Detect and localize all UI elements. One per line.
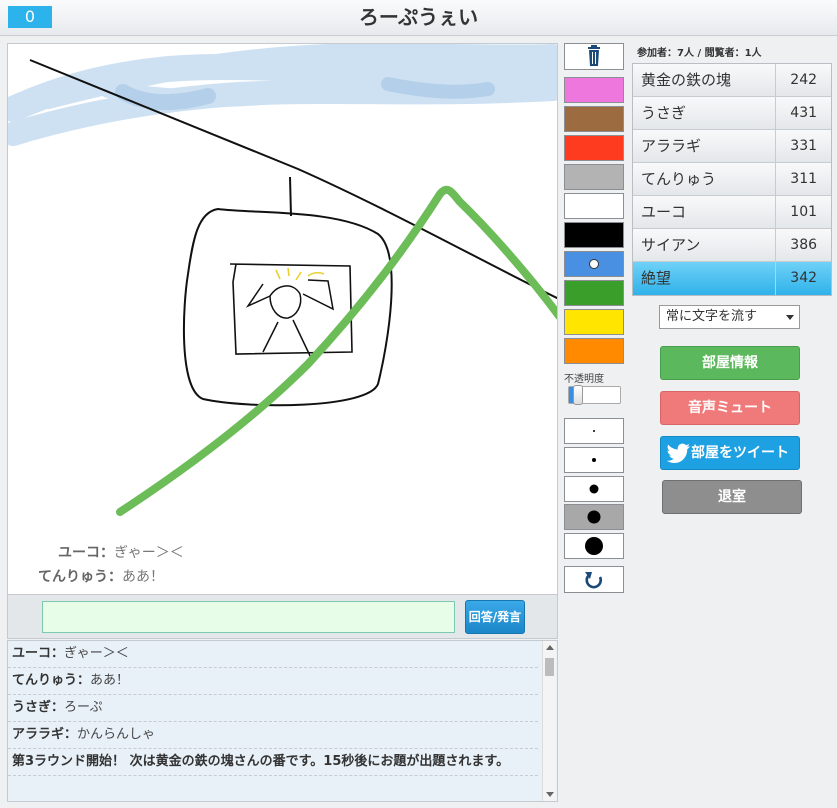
pen-size-dot-icon bbox=[587, 510, 601, 524]
header-bar: 0 ろーぷうぇい bbox=[0, 0, 837, 36]
player-score: 331 bbox=[790, 138, 818, 154]
selected-color-icon bbox=[589, 259, 599, 269]
log-author: ユーコ： bbox=[12, 646, 65, 661]
player-score: 311 bbox=[790, 171, 818, 187]
player-name: 黄金の鉄の塊 bbox=[633, 64, 777, 96]
drawing-canvas[interactable]: ユーコ：ぎゃー＞＜ てんりゅう：ああ！ bbox=[7, 43, 558, 595]
player-row: うさぎ 431 bbox=[633, 97, 831, 130]
pen-size-option[interactable] bbox=[564, 447, 624, 473]
log-text: ああ！ bbox=[90, 673, 130, 688]
opacity-slider[interactable] bbox=[568, 385, 621, 405]
log-system-message: 第3ラウンド開始！ 次は黄金の鉄の塊さんの番です。15秒後にお題が出題されます。 bbox=[8, 749, 538, 776]
clear-canvas-button[interactable] bbox=[564, 43, 624, 70]
log-scrollbar[interactable] bbox=[542, 641, 556, 801]
tweet-room-button[interactable]: 部屋をツイート bbox=[660, 436, 800, 470]
log-text: ろーぷ bbox=[64, 700, 103, 715]
player-name: てんりゅう bbox=[633, 163, 777, 195]
pen-size-dot-icon bbox=[585, 537, 603, 555]
opacity-knob[interactable] bbox=[573, 385, 583, 405]
color-swatch[interactable] bbox=[564, 280, 624, 306]
overlay-chat-text: ぎゃー＞＜ bbox=[114, 545, 184, 561]
log-author: うさぎ： bbox=[12, 700, 65, 715]
player-name: ユーコ bbox=[633, 196, 777, 228]
undo-icon bbox=[585, 572, 602, 589]
log-item: うさぎ：ろーぷ bbox=[8, 695, 538, 722]
player-score: 431 bbox=[790, 105, 818, 121]
pen-size-option[interactable] bbox=[564, 418, 624, 444]
color-swatch[interactable] bbox=[564, 338, 624, 364]
scroll-thumb[interactable] bbox=[545, 658, 554, 676]
exit-room-button[interactable]: 退室 bbox=[662, 480, 802, 514]
log-author: てんりゅう： bbox=[12, 673, 91, 688]
pen-size-option[interactable] bbox=[564, 476, 624, 502]
undo-button[interactable] bbox=[564, 566, 624, 593]
overlay-chat-line: ユーコ：ぎゃー＞＜ bbox=[38, 541, 184, 565]
viewer-count: 参加者：7人 / 閲覧者：1人 bbox=[637, 48, 762, 59]
pen-size-dot-icon bbox=[593, 430, 595, 432]
scroll-down-icon[interactable] bbox=[546, 792, 554, 797]
room-title: ろーぷうぇい bbox=[358, 5, 479, 29]
log-text: ぎゃー＞＜ bbox=[64, 646, 129, 661]
log-item: てんりゅう：ああ！ bbox=[8, 668, 538, 695]
player-name: うさぎ bbox=[633, 97, 777, 129]
player-name: サイアン bbox=[633, 229, 777, 261]
player-row: てんりゅう 311 bbox=[633, 163, 831, 196]
log-author: アララギ： bbox=[12, 727, 78, 742]
send-button[interactable]: 回答/発言 bbox=[465, 600, 525, 634]
overlay-chat-author: ユーコ： bbox=[58, 545, 114, 561]
color-swatch[interactable] bbox=[564, 77, 624, 103]
color-swatch[interactable] bbox=[564, 309, 624, 335]
player-name: 絶望 bbox=[633, 262, 777, 295]
opacity-label: 不透明度 bbox=[564, 374, 604, 385]
player-row: サイアン 386 bbox=[633, 229, 831, 262]
color-swatch[interactable] bbox=[564, 193, 624, 219]
drawing-strokes bbox=[8, 44, 557, 516]
player-row: 黄金の鉄の塊 242 bbox=[633, 64, 831, 97]
log-text: かんらんしゃ bbox=[77, 727, 156, 742]
pen-size-dot-icon bbox=[592, 458, 596, 462]
player-score: 242 bbox=[790, 72, 818, 88]
color-swatch[interactable] bbox=[564, 251, 624, 277]
room-info-button[interactable]: 部屋情報 bbox=[660, 346, 800, 380]
overlay-chat-text: ああ！ bbox=[122, 569, 164, 585]
pen-size-dot-icon bbox=[589, 484, 599, 494]
player-score: 386 bbox=[790, 237, 818, 253]
player-score: 101 bbox=[790, 204, 818, 220]
player-row: ユーコ 101 bbox=[633, 196, 831, 229]
pen-size-option[interactable] bbox=[564, 504, 624, 530]
chat-log: ユーコ：ぎゃー＞＜ てんりゅう：ああ！ うさぎ：ろーぷ アララギ：かんらんしゃ … bbox=[7, 640, 558, 802]
twitter-bird-icon bbox=[667, 443, 690, 463]
message-mode-select[interactable]: 常に文字を流す bbox=[659, 305, 800, 329]
answer-input[interactable] bbox=[42, 601, 455, 633]
overlay-chat-line: てんりゅう：ああ！ bbox=[38, 565, 184, 589]
color-swatch[interactable] bbox=[564, 106, 624, 132]
player-name: アララギ bbox=[633, 130, 777, 162]
log-item: ユーコ：ぎゃー＞＜ bbox=[8, 641, 538, 668]
player-row: 絶望 342 bbox=[633, 262, 831, 295]
log-item: アララギ：かんらんしゃ bbox=[8, 722, 538, 749]
chevron-down-icon bbox=[786, 315, 794, 320]
color-swatch[interactable] bbox=[564, 135, 624, 161]
player-score: 342 bbox=[790, 270, 818, 286]
overlay-chat-author: てんりゅう： bbox=[38, 569, 122, 585]
scroll-up-icon[interactable] bbox=[546, 645, 554, 650]
color-swatch[interactable] bbox=[564, 222, 624, 248]
mute-sound-button[interactable]: 音声ミュート bbox=[660, 391, 800, 425]
color-swatch[interactable] bbox=[564, 164, 624, 190]
message-mode-value: 常に文字を流す bbox=[666, 309, 758, 324]
player-row: アララギ 331 bbox=[633, 130, 831, 163]
trash-icon bbox=[588, 45, 600, 66]
overlay-chat: ユーコ：ぎゃー＞＜ てんりゅう：ああ！ bbox=[38, 541, 184, 589]
pen-size-option[interactable] bbox=[564, 533, 624, 559]
player-list: 黄金の鉄の塊 242 うさぎ 431 アララギ 331 てんりゅう 311 ユーコ 101 サイアン… bbox=[632, 63, 832, 296]
answer-bar: 回答/発言 bbox=[7, 595, 558, 639]
